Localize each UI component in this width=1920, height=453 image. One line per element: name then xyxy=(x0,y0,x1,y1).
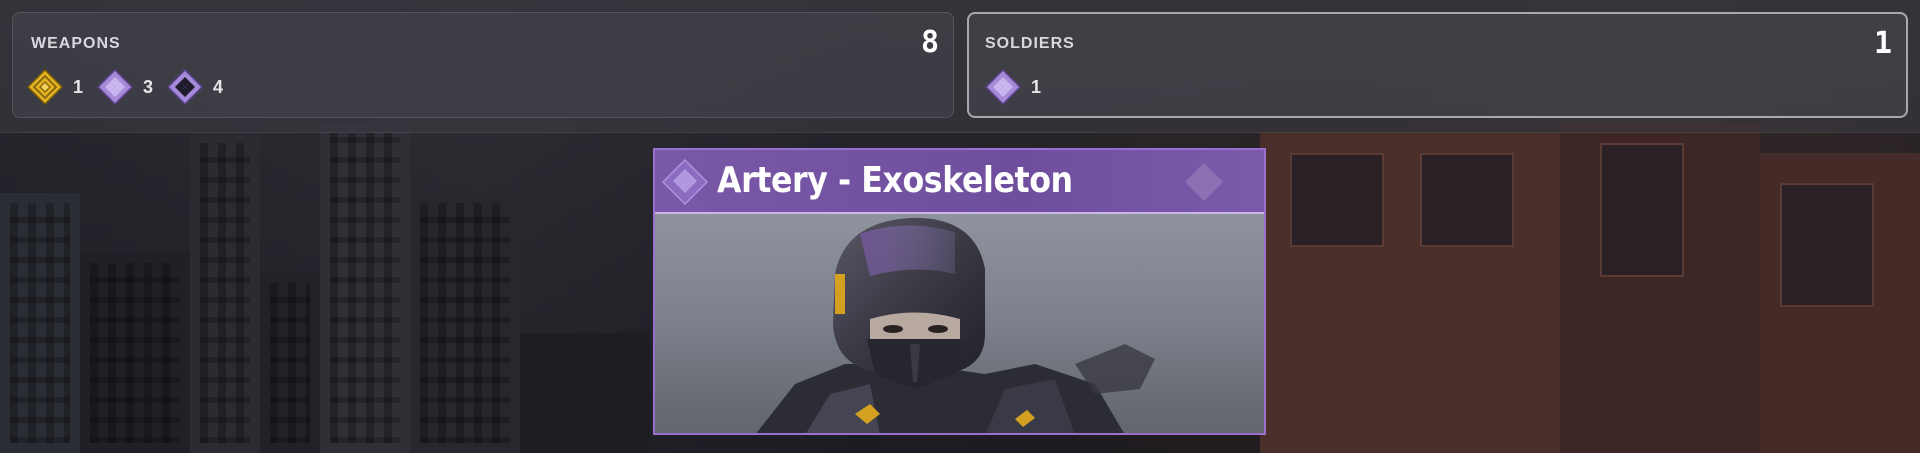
weapons-title: WEAPONS xyxy=(31,35,121,52)
weapons-purple-black-count: 4 xyxy=(213,76,224,97)
soldiers-total-count: 1 xyxy=(1873,26,1892,61)
purple-black-diamond-icon xyxy=(167,69,204,105)
soldiers-panel[interactable]: SOLDIERS 1 1 xyxy=(967,12,1908,118)
gold-diamond-icon xyxy=(27,69,63,105)
soldiers-title: SOLDIERS xyxy=(985,35,1075,52)
soldiers-rarity-list: 1 xyxy=(985,69,1041,105)
soldier-helmet-illustration xyxy=(756,217,1155,433)
reward-card[interactable]: Artery - Exoskeleton xyxy=(653,148,1266,435)
purple-diamond-icon xyxy=(985,69,1021,105)
weapons-rarity-gold: 1 xyxy=(27,69,83,105)
reward-item-name: Artery - Exoskeleton xyxy=(717,160,1073,201)
weapons-rarity-purple: 3 xyxy=(97,69,153,105)
purple-diamond-icon xyxy=(97,69,134,105)
weapons-total-count: 8 xyxy=(920,25,939,60)
weapons-rarity-purple-black: 4 xyxy=(167,69,223,105)
weapons-rarity-list: 1 3 4 xyxy=(27,69,223,105)
soldier-portrait xyxy=(655,214,1264,433)
weapons-panel[interactable]: WEAPONS 8 1 3 4 xyxy=(12,12,954,118)
game-reward-screen: WEAPONS 8 1 3 4 SOLDIERS 1 1 Artery - Ex… xyxy=(0,0,1920,453)
reward-card-header: Artery - Exoskeleton xyxy=(655,150,1264,214)
header-pattern-icon xyxy=(1185,163,1223,201)
weapons-gold-count: 1 xyxy=(73,76,84,97)
rarity-diamond-icon xyxy=(661,158,709,206)
soldiers-rarity-purple: 1 xyxy=(985,69,1041,105)
weapons-purple-count: 3 xyxy=(143,76,154,97)
summary-bar: WEAPONS 8 1 3 4 SOLDIERS 1 1 xyxy=(0,0,1920,133)
soldiers-purple-count: 1 xyxy=(1031,76,1042,97)
